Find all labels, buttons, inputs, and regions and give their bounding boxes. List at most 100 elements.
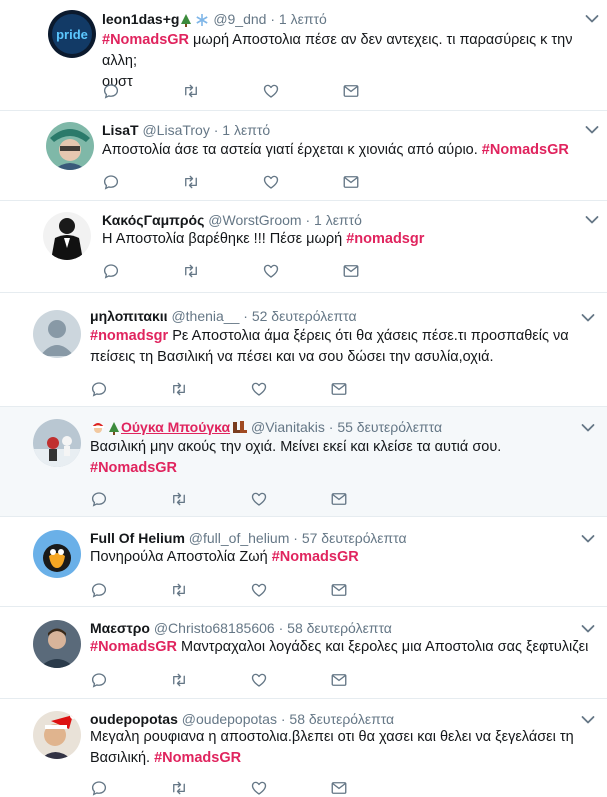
reply-icon[interactable] xyxy=(90,380,108,398)
timestamp[interactable]: 57 δευτερόλεπτα xyxy=(302,530,407,546)
avatar[interactable] xyxy=(33,711,81,759)
dm-icon[interactable] xyxy=(342,82,360,100)
like-icon[interactable] xyxy=(262,173,280,191)
tweet[interactable]: Μαεστρο @Christo68185606 · 58 δευτερόλεπ… xyxy=(0,607,607,698)
chevron-down-icon[interactable] xyxy=(585,14,599,24)
display-name[interactable]: Full Of Helium xyxy=(90,530,185,546)
chevron-down-icon[interactable] xyxy=(581,624,595,634)
avatar[interactable] xyxy=(46,122,94,170)
hashtag-link[interactable]: #nomadsgr xyxy=(90,328,168,344)
chevron-down-icon[interactable] xyxy=(585,215,599,225)
display-name[interactable]: ΚακόςΓαμπρός xyxy=(102,212,204,228)
like-icon[interactable] xyxy=(250,779,268,797)
tweet-text: Βασιλική μην ακούς την οχιά. Μείνει εκεί… xyxy=(90,439,502,476)
boots-icon xyxy=(231,419,248,439)
handle[interactable]: @oudepopotas xyxy=(182,711,277,727)
tweet[interactable]: Ούγκα Μπούγκα @Vianitakis · 55 δευτερόλε… xyxy=(0,407,607,516)
chevron-down-icon[interactable] xyxy=(585,125,599,135)
tweet-header: Full Of Helium @full_of_helium · 57 δευτ… xyxy=(90,530,407,546)
handle[interactable]: @Christo68185606 xyxy=(154,620,275,636)
chevron-down-icon[interactable] xyxy=(581,313,595,323)
reply-icon[interactable] xyxy=(90,490,108,508)
display-name[interactable]: oudepopotas xyxy=(90,711,178,727)
reply-icon[interactable] xyxy=(90,779,108,797)
chevron-down-icon[interactable] xyxy=(581,534,595,544)
like-icon[interactable] xyxy=(250,490,268,508)
handle[interactable]: @Vianitakis xyxy=(251,419,325,435)
avatar[interactable] xyxy=(33,419,81,467)
retweet-icon[interactable] xyxy=(182,82,200,100)
dm-icon[interactable] xyxy=(330,490,348,508)
reply-icon[interactable] xyxy=(102,82,120,100)
tweet[interactable]: ΚακόςΓαμπρός @WorstGroom · 1 λεπτό Η Απο… xyxy=(0,201,607,292)
retweet-icon[interactable] xyxy=(170,671,188,689)
hashtag-link[interactable]: #nomadsgr xyxy=(346,231,424,247)
reply-icon[interactable] xyxy=(102,262,120,280)
avatar[interactable] xyxy=(43,212,91,260)
retweet-icon[interactable] xyxy=(170,380,188,398)
like-icon[interactable] xyxy=(250,380,268,398)
hashtag-link[interactable]: #NomadsGR xyxy=(154,750,241,766)
display-name[interactable]: μηλοπιτακιι xyxy=(90,308,168,324)
dm-icon[interactable] xyxy=(330,581,348,599)
like-icon[interactable] xyxy=(262,82,280,100)
like-icon[interactable] xyxy=(250,581,268,599)
timestamp[interactable]: 58 δευτερόλεπτα xyxy=(289,711,394,727)
tweet-actions xyxy=(90,671,360,689)
avatar[interactable] xyxy=(33,530,81,578)
tweet-header: LisaT @LisaTroy · 1 λεπτό xyxy=(102,122,271,138)
retweet-icon[interactable] xyxy=(182,262,200,280)
timestamp[interactable]: 1 λεπτό xyxy=(222,122,270,138)
display-name[interactable]: Ούγκα Μπούγκα xyxy=(121,419,230,435)
retweet-icon[interactable] xyxy=(170,581,188,599)
tweet[interactable]: LisaT @LisaTroy · 1 λεπτό Αποστολία άσε … xyxy=(0,111,607,201)
chevron-down-icon[interactable] xyxy=(581,423,595,433)
tweet-actions xyxy=(90,581,360,599)
hashtag-link[interactable]: #NomadsGR xyxy=(90,460,177,476)
tweet[interactable]: pride leon1das+g @9_dnd · 1 λεπτό #Nomad… xyxy=(0,0,607,110)
tweet[interactable]: μηλοπιτακιι @thenia__ · 52 δευτερόλεπτα … xyxy=(0,293,607,406)
avatar[interactable]: pride xyxy=(48,10,96,58)
retweet-icon[interactable] xyxy=(170,779,188,797)
handle[interactable]: @thenia__ xyxy=(171,308,239,324)
tweet-text: Η Αποστολία βαρέθηκε !!! Πέσε μωρή #noma… xyxy=(102,231,425,247)
tweet[interactable]: Full Of Helium @full_of_helium · 57 δευτ… xyxy=(0,517,607,606)
dm-icon[interactable] xyxy=(342,173,360,191)
tweet[interactable]: oudepopotas @oudepopotas · 58 δευτερόλεπ… xyxy=(0,699,607,793)
chevron-down-icon[interactable] xyxy=(581,715,595,725)
tweet-actions xyxy=(102,82,372,100)
retweet-icon[interactable] xyxy=(182,173,200,191)
reply-icon[interactable] xyxy=(102,173,120,191)
dm-icon[interactable] xyxy=(342,262,360,280)
santa-icon xyxy=(90,419,106,439)
tweet-header: Μαεστρο @Christo68185606 · 58 δευτερόλεπ… xyxy=(90,620,392,636)
avatar[interactable] xyxy=(33,620,81,668)
timestamp[interactable]: 52 δευτερόλεπτα xyxy=(252,308,357,324)
timestamp[interactable]: 55 δευτερόλεπτα xyxy=(337,419,442,435)
dm-icon[interactable] xyxy=(330,671,348,689)
display-name[interactable]: leon1das+g xyxy=(102,11,179,27)
hashtag-link[interactable]: #NomadsGR xyxy=(482,142,569,158)
hashtag-link[interactable]: #NomadsGR xyxy=(90,639,177,655)
handle[interactable]: @WorstGroom xyxy=(208,212,301,228)
dm-icon[interactable] xyxy=(330,380,348,398)
hashtag-link[interactable]: #NomadsGR xyxy=(102,32,189,48)
reply-icon[interactable] xyxy=(90,671,108,689)
display-name[interactable]: LisaT xyxy=(102,122,139,138)
tweet-actions xyxy=(90,380,360,398)
handle[interactable]: @LisaTroy xyxy=(142,122,209,138)
display-name[interactable]: Μαεστρο xyxy=(90,620,150,636)
hashtag-link[interactable]: #NomadsGR xyxy=(272,549,359,565)
like-icon[interactable] xyxy=(262,262,280,280)
retweet-icon[interactable] xyxy=(170,490,188,508)
like-icon[interactable] xyxy=(250,671,268,689)
handle[interactable]: @full_of_helium xyxy=(189,530,290,546)
dm-icon[interactable] xyxy=(330,779,348,797)
handle[interactable]: @9_dnd xyxy=(213,11,266,27)
avatar[interactable] xyxy=(33,310,81,358)
reply-icon[interactable] xyxy=(90,581,108,599)
timestamp[interactable]: 1 λεπτό xyxy=(314,212,362,228)
timestamp[interactable]: 58 δευτερόλεπτα xyxy=(287,620,392,636)
svg-text:pride: pride xyxy=(56,27,88,42)
timestamp[interactable]: 1 λεπτό xyxy=(279,11,327,27)
